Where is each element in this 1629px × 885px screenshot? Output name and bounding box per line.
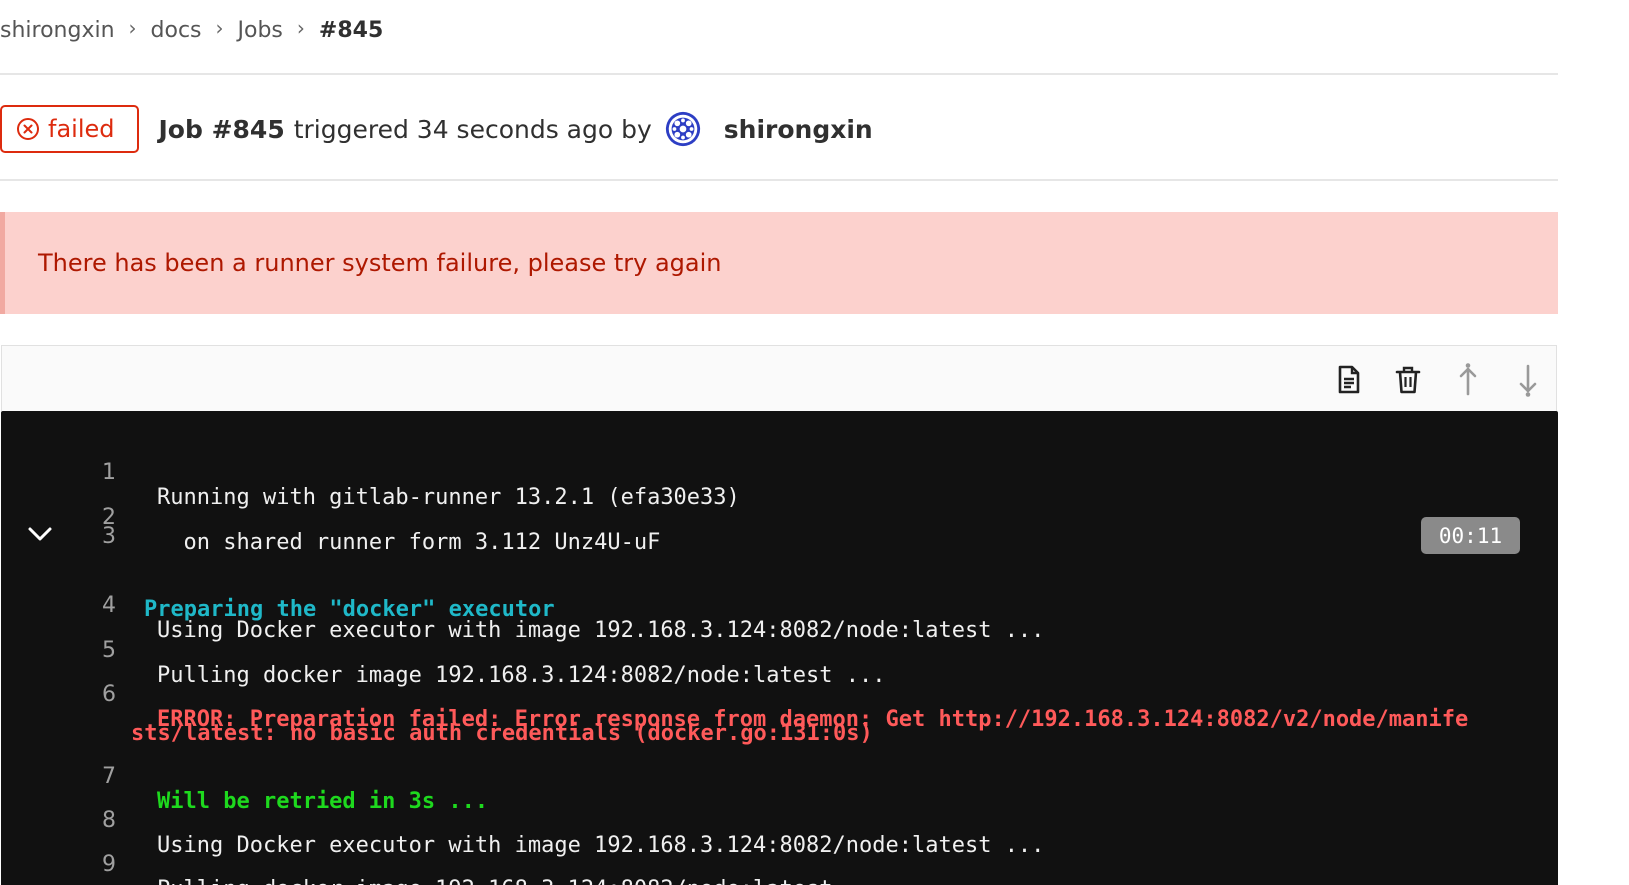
job-id: Job #845 <box>158 114 285 144</box>
scroll-bottom-icon <box>1519 364 1537 397</box>
job-page: shirongxin › docs › Jobs › #845 failed J… <box>0 0 1629 885</box>
log-line: 9 Pulling docker image 192.168.3.124:808… <box>1 827 1558 885</box>
job-title: Job #845 triggered 34 seconds ago by shi… <box>159 110 873 148</box>
breadcrumb-item-user[interactable]: shirongxin <box>0 18 115 43</box>
scroll-bottom-button[interactable] <box>1513 364 1543 397</box>
line-number[interactable]: 3 <box>61 524 116 549</box>
status-failed-icon <box>17 118 39 140</box>
line-number[interactable]: 9 <box>61 852 116 877</box>
chevron-right-icon: › <box>215 16 224 40</box>
alert-message: There has been a runner system failure, … <box>38 249 722 277</box>
chevron-down-icon[interactable] <box>27 524 53 544</box>
username-link[interactable]: shirongxin <box>724 115 873 144</box>
chevron-right-icon: › <box>296 16 305 40</box>
scroll-top-button[interactable] <box>1453 363 1483 396</box>
divider <box>0 179 1558 181</box>
chevron-right-icon: › <box>128 16 137 40</box>
status-badge[interactable]: failed <box>0 105 139 153</box>
log-line-text: Pulling docker image 192.168.3.124:8082/… <box>157 877 885 885</box>
erase-log-button[interactable] <box>1393 364 1423 396</box>
raw-log-icon <box>1338 365 1360 394</box>
scroll-top-icon <box>1459 363 1477 396</box>
breadcrumb-item-jobs[interactable]: Jobs <box>238 18 283 43</box>
section-duration-badge: 00:11 <box>1421 517 1520 554</box>
status-label: failed <box>48 115 115 143</box>
error-alert: There has been a runner system failure, … <box>0 212 1558 314</box>
breadcrumb-item-project[interactable]: docs <box>151 18 202 43</box>
avatar[interactable] <box>664 110 702 148</box>
breadcrumb-item-current[interactable]: #845 <box>319 18 383 43</box>
job-trigger-text: triggered 34 seconds ago by <box>293 114 652 144</box>
log-toolbar <box>1 345 1557 411</box>
raw-log-button[interactable] <box>1334 364 1364 396</box>
job-log: 1 Running with gitlab-runner 13.2.1 (efa… <box>1 411 1558 885</box>
job-header: failed Job #845 triggered 34 seconds ago… <box>0 103 873 155</box>
breadcrumb: shirongxin › docs › Jobs › #845 <box>0 12 383 48</box>
divider <box>0 73 1558 75</box>
trash-icon <box>1395 366 1421 394</box>
